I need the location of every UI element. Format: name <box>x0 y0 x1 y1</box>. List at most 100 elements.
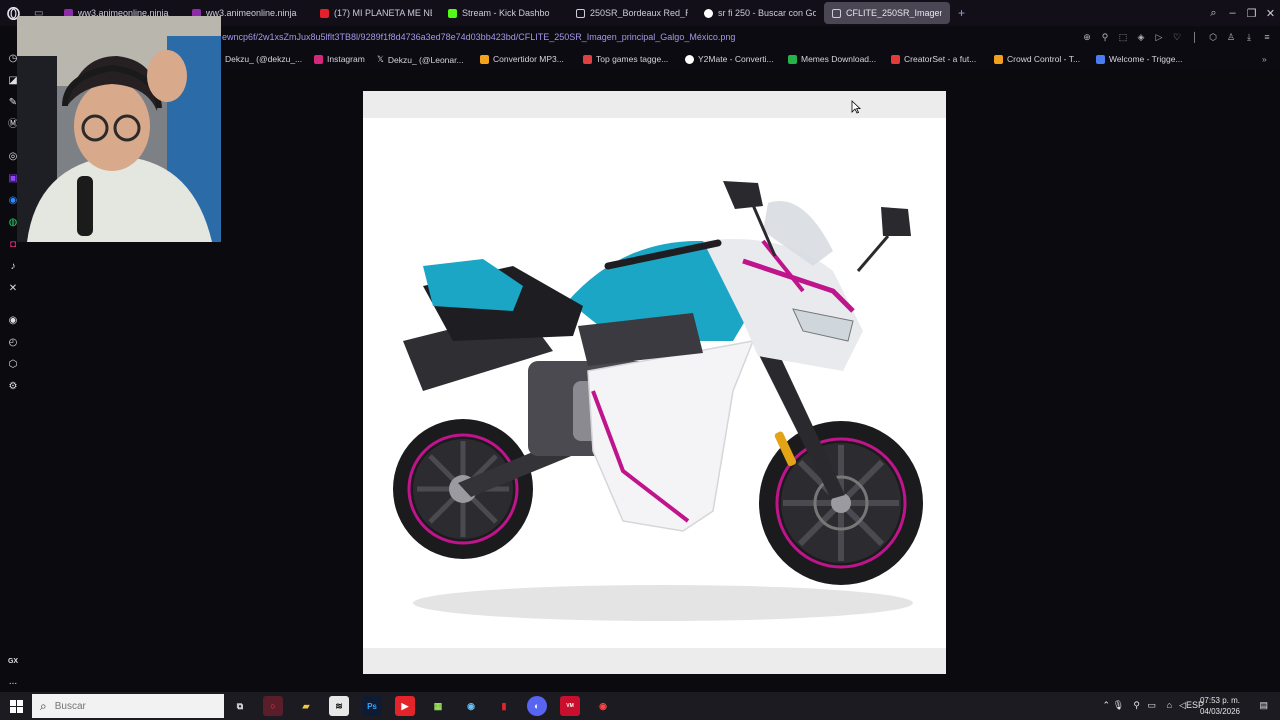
app-red-icon[interactable]: ▮ <box>494 696 514 716</box>
motorcycle-image[interactable] <box>363 91 946 674</box>
media-player-icon[interactable]: ▶ <box>395 696 415 716</box>
taskbar-search[interactable]: ⌕ <box>32 694 224 718</box>
browser-window: ▭ ww3.animeonline.ninja ww3.animeonline.… <box>0 0 1280 692</box>
windows-logo-icon <box>9 699 23 713</box>
tab-kick-dashboard[interactable]: Stream - Kick Dashbo <box>440 2 568 24</box>
tiktok-icon[interactable]: ♪ <box>6 260 20 274</box>
tab-cflite-image[interactable]: CFLITE_250SR_Imagen_p <box>824 2 950 24</box>
instagram-icon <box>314 54 323 64</box>
bookmarks-overflow-icon[interactable]: » <box>1262 54 1267 64</box>
spotify-icon[interactable]: ◉ <box>6 314 20 328</box>
voicemeeter-icon[interactable]: VM <box>560 696 580 716</box>
bookmark-favicon-icon <box>891 54 900 64</box>
bookmark-label: CreatorSet - a fut... <box>904 54 977 64</box>
clock-icon[interactable]: ◴ <box>6 336 20 350</box>
close-icon[interactable]: ✕ <box>1261 7 1280 20</box>
document-icon <box>576 8 585 18</box>
opera-gx-taskbar-icon[interactable]: ○ <box>263 696 283 716</box>
heart-icon[interactable]: ♡ <box>1170 30 1184 44</box>
system-tray: ⌃ 🎙 ⚲ ▭ ⌂ ◁ ESP 07:53 p. m. 04/03/2026 ▤ <box>1090 692 1280 720</box>
menu-icon[interactable]: ≡ <box>1260 30 1274 44</box>
tab-bordeaux-red[interactable]: 250SR_Bordeaux Red_Rig <box>568 2 696 24</box>
volume-icon[interactable]: ◁ <box>1179 700 1186 711</box>
download-icon[interactable]: ⤓ <box>1242 30 1256 44</box>
image-bottom-border <box>363 648 946 674</box>
clock[interactable]: 07:53 p. m. 04/03/2026 <box>1200 695 1240 717</box>
tab-youtube[interactable]: (17) MI PLANETA ME NEC <box>312 2 440 24</box>
file-explorer-icon[interactable]: ▰ <box>296 696 316 716</box>
mouse-cursor-icon <box>851 100 861 114</box>
gx-control-icon[interactable]: GX <box>6 655 20 669</box>
battery-icon[interactable]: ▭ <box>1147 700 1156 711</box>
extensions-icon[interactable]: ⬡ <box>6 358 20 372</box>
bookmark-label: Top games tagge... <box>596 54 669 64</box>
restore-icon[interactable]: ❐ <box>1242 7 1261 20</box>
zoom-icon[interactable]: ⊕ <box>1080 30 1094 44</box>
webcam-overlay <box>17 16 221 242</box>
tab-title: Stream - Kick Dashbo <box>462 8 550 18</box>
youtube-icon <box>320 8 329 18</box>
bookmark-item[interactable]: 𝕏 Dekzu_ (@Leonar... <box>377 54 464 65</box>
bookmark-favicon-icon <box>788 54 797 64</box>
clock-time: 07:53 p. m. <box>1199 696 1240 705</box>
profile-icon[interactable]: ♙ <box>1224 30 1238 44</box>
extensions-icon[interactable]: ⬡ <box>1206 30 1220 44</box>
steam-icon[interactable]: ◉ <box>461 696 481 716</box>
bookmark-item[interactable]: Instagram <box>314 54 365 64</box>
bookmark-favicon-icon <box>994 54 1003 64</box>
app-taskbar-icon[interactable]: ≋ <box>329 696 349 716</box>
obs-icon[interactable]: ◉ <box>593 696 613 716</box>
vpn-shield-icon[interactable]: ◈ <box>1134 30 1148 44</box>
settings-icon[interactable]: ⚙ <box>6 380 20 394</box>
bookmark-label: Dekzu_ (@Leonar... <box>387 54 464 65</box>
play-icon[interactable]: ▷ <box>1152 30 1166 44</box>
bookmark-label: Y2Mate - Converti... <box>698 54 774 64</box>
chevron-up-icon[interactable]: ⌃ <box>1102 700 1110 711</box>
bookmark-item[interactable]: Welcome - Trigge... <box>1096 54 1183 64</box>
url-field[interactable]: ewncp6f/2w1xsZmJux8u5lflt3TB8l/9289f1f8d… <box>222 32 735 42</box>
bookmark-label: Dekzu_ (@dekzu_... <box>225 54 303 64</box>
microphone-icon[interactable]: 🎙 <box>1113 700 1124 711</box>
task-view-icon[interactable]: ⧉ <box>230 696 250 716</box>
pin-icon[interactable]: ⚲ <box>1098 30 1112 44</box>
tab-title: sr fi 250 - Buscar con Go <box>718 8 816 18</box>
window-controls: ⌕ – ❐ ✕ <box>1204 0 1280 26</box>
bookmark-label: Convertidor MP3... <box>493 54 564 64</box>
tab-title: 250SR_Bordeaux Red_Rig <box>590 8 688 18</box>
google-icon <box>704 8 713 18</box>
x-icon[interactable]: ✕ <box>6 282 20 296</box>
tab-title: CFLITE_250SR_Imagen_p <box>846 8 942 18</box>
snapshot-icon[interactable]: ⬚ <box>1116 30 1130 44</box>
document-icon <box>832 8 841 18</box>
new-tab-button[interactable]: + <box>950 2 972 24</box>
bookmark-item[interactable]: Y2Mate - Converti... <box>685 54 774 64</box>
photoshop-icon[interactable]: Ps <box>362 696 382 716</box>
bookmark-item[interactable]: Crowd Control - T... <box>994 54 1080 64</box>
minimize-icon[interactable]: – <box>1223 7 1242 19</box>
address-bar-actions: ⊕ ⚲ ⬚ ◈ ▷ ♡ │ ⬡ ♙ ⤓ ≡ <box>1080 30 1274 44</box>
streamer-webcam-feed <box>17 16 221 242</box>
notifications-icon[interactable]: ▤ <box>1259 700 1268 711</box>
location-icon[interactable]: ⚲ <box>1133 700 1140 711</box>
discord-icon[interactable]: ◐ <box>527 696 547 716</box>
search-icon: ⌕ <box>40 698 47 713</box>
bookmark-label: Welcome - Trigge... <box>1109 54 1183 64</box>
network-icon[interactable]: ⌂ <box>1167 700 1172 710</box>
bookmark-label: Memes Download... <box>801 54 877 64</box>
bookmark-item[interactable]: CreatorSet - a fut... <box>891 54 976 64</box>
tab-title: (17) MI PLANETA ME NEC <box>334 8 432 18</box>
search-tabs-icon[interactable]: ⌕ <box>1204 7 1223 20</box>
bookmark-item[interactable]: Top games tagge... <box>583 54 668 64</box>
bookmark-label: Crowd Control - T... <box>1007 54 1081 64</box>
more-icon[interactable]: ... <box>6 675 20 689</box>
bookmark-item[interactable]: Dekzu_ (@dekzu_... <box>225 54 302 64</box>
bookmark-favicon-icon <box>480 54 489 64</box>
clock-date: 04/03/2026 <box>1199 707 1240 716</box>
search-input[interactable] <box>54 700 205 712</box>
bookmark-item[interactable]: Memes Download... <box>788 54 876 64</box>
start-button[interactable] <box>0 692 32 720</box>
bookmark-favicon-icon <box>583 54 592 64</box>
store-icon[interactable]: ▦ <box>428 696 448 716</box>
tab-google-search[interactable]: sr fi 250 - Buscar con Go <box>696 2 824 24</box>
bookmark-item[interactable]: Convertidor MP3... <box>480 54 564 64</box>
